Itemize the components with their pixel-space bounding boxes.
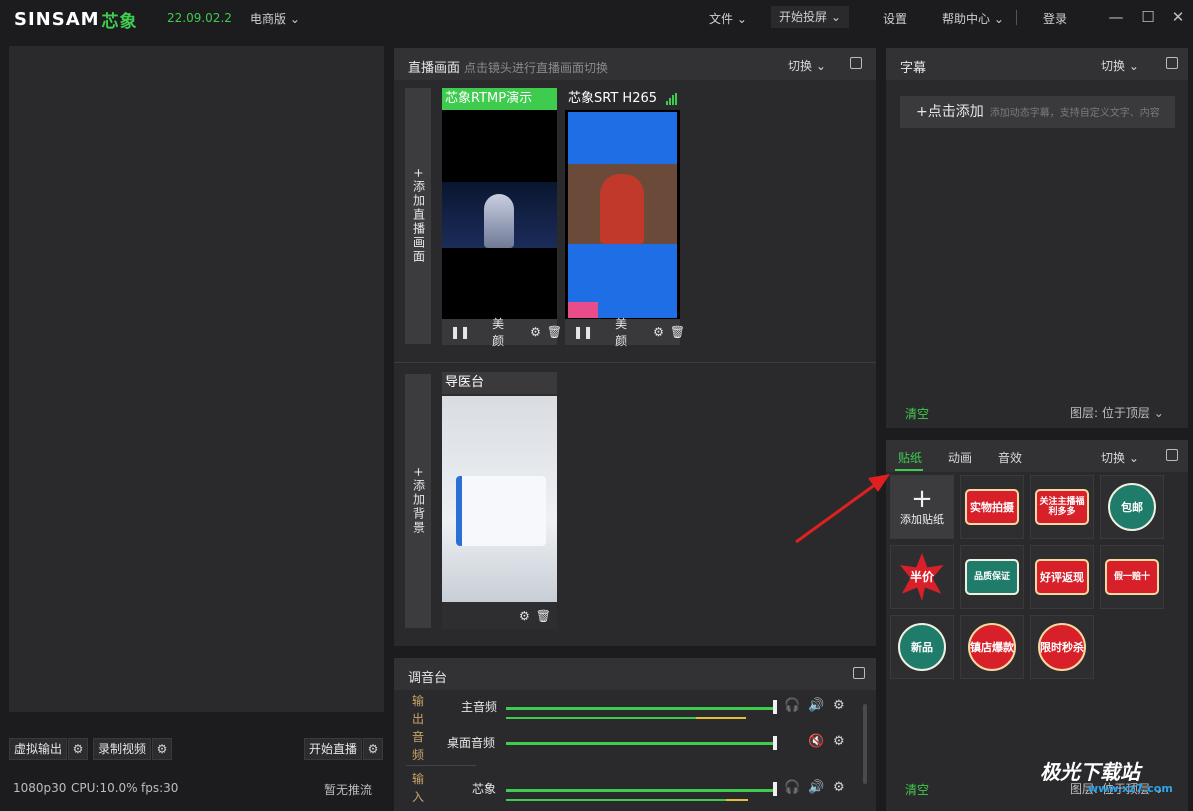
watermark-url: www.xz7.com (1088, 782, 1173, 795)
annotation-arrow (795, 474, 890, 544)
arrow-line (795, 482, 877, 544)
arrow-head (868, 474, 890, 492)
watermark-text: 极光下载站 (1040, 760, 1140, 784)
watermark: 极光下载站 www.xz7.com (1040, 756, 1173, 795)
